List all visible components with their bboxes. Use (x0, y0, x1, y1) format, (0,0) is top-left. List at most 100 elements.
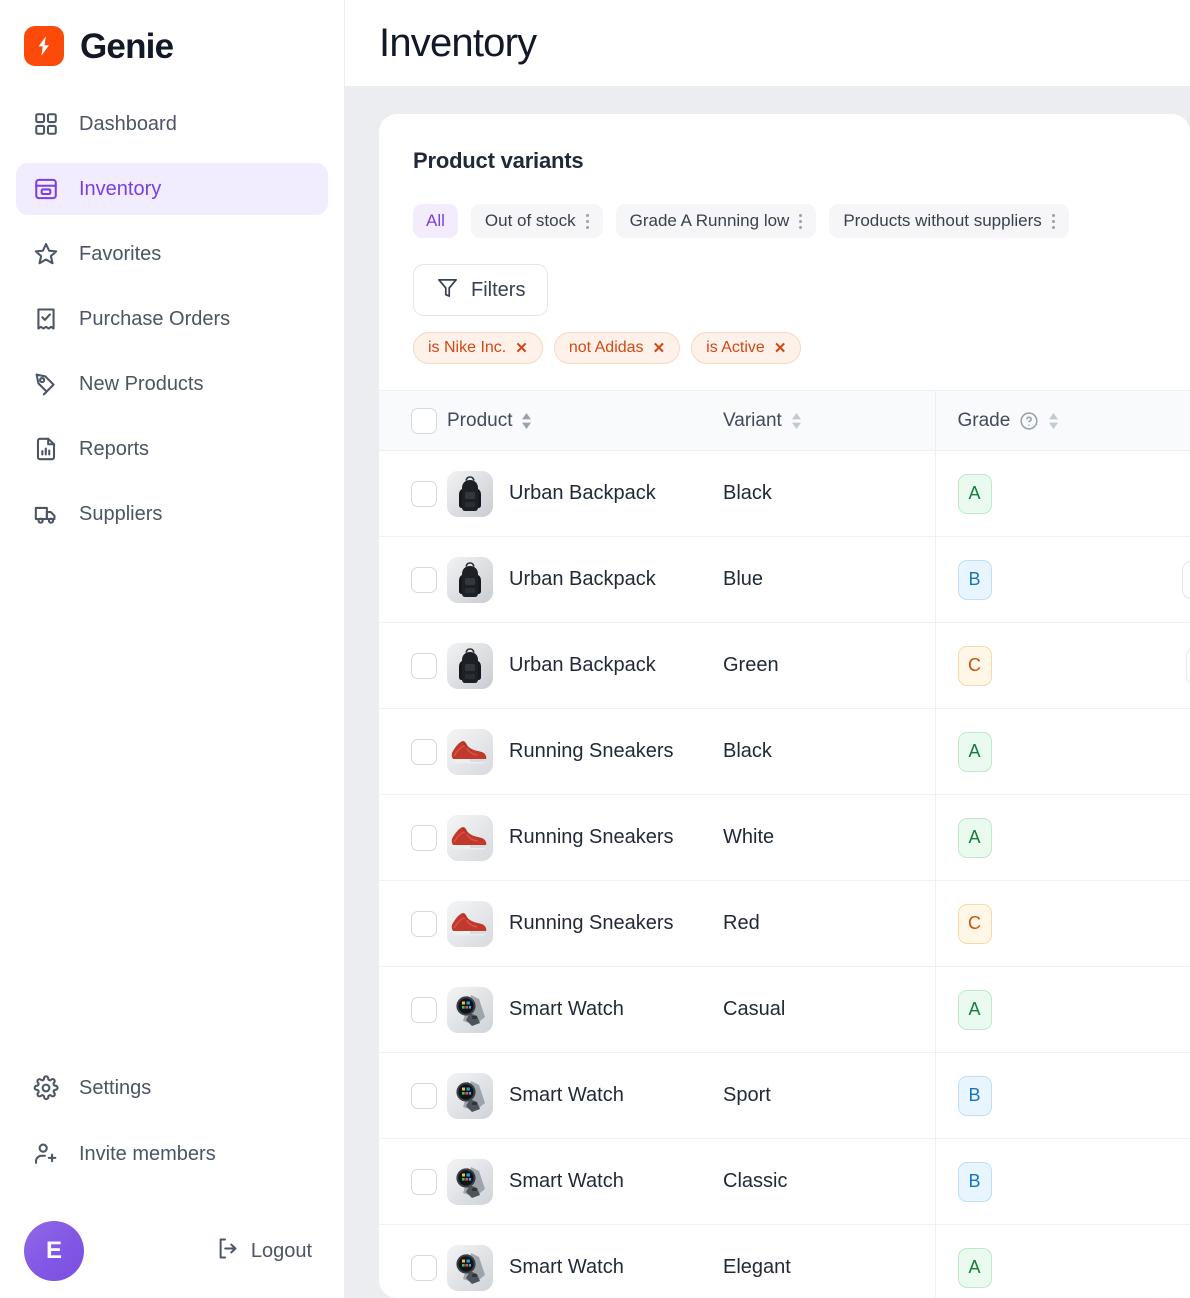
logout-label: Logout (250, 1239, 312, 1262)
truck-icon (32, 500, 60, 528)
close-icon[interactable]: ✕ (515, 341, 528, 356)
product-name: Urban Backpack (509, 568, 656, 590)
close-icon[interactable]: ✕ (774, 341, 787, 356)
sidebar-item-label: Suppliers (79, 503, 163, 525)
product-thumbnail-watch-icon (447, 986, 493, 1033)
column-status: Status (1101, 390, 1190, 451)
sidebar-item-suppliers[interactable]: Suppliers (16, 488, 328, 540)
status-cell: Out of stock (1101, 622, 1190, 709)
help-circle-icon[interactable] (1019, 411, 1039, 431)
variants-table: Product Variant Grade Urban Backpack Bla… (379, 390, 1190, 1298)
sidebar-item-inventory[interactable]: Inventory (16, 163, 328, 215)
table-row[interactable]: Running Sneakers Black A Stock (379, 708, 1190, 795)
column-grade[interactable]: Grade (934, 390, 1101, 451)
product-thumbnail-backpack-icon (447, 470, 493, 517)
sidebar-nav: Dashboard Inventory Favorites Purchase O… (0, 98, 344, 553)
star-icon (32, 240, 60, 268)
archive-box-icon (32, 175, 60, 203)
table-row[interactable]: Urban Backpack Green C Out of stock (379, 622, 1190, 709)
row-checkbox[interactable] (411, 1254, 437, 1281)
row-checkbox[interactable] (411, 652, 437, 679)
status-cell: Stock (1101, 966, 1190, 1053)
table-row[interactable]: Smart Watch Elegant A Stock (379, 1224, 1190, 1298)
sidebar-item-settings[interactable]: Settings (16, 1062, 328, 1114)
avatar[interactable]: E (24, 1221, 84, 1281)
close-icon[interactable]: ✕ (653, 341, 666, 356)
table-row[interactable]: Smart Watch Casual A Stock (379, 966, 1190, 1053)
sidebar-item-label: Inventory (79, 178, 162, 200)
funnel-icon (436, 276, 459, 305)
sidebar-item-label: Reports (79, 438, 150, 460)
table-row[interactable]: Smart Watch Sport B Stock (379, 1052, 1190, 1139)
table-header-row: Product Variant Grade (379, 390, 1190, 451)
row-select-cell (379, 1138, 447, 1225)
row-checkbox[interactable] (411, 566, 437, 593)
view-chip-grade-a-running-low[interactable]: Grade A Running low (615, 204, 817, 238)
app-window: Genie Dashboard Inventory Favorites Purc… (0, 0, 1190, 1298)
filter-pill-nike[interactable]: is Nike Inc. ✕ (413, 332, 543, 364)
view-chip-label: Grade A Running low (629, 211, 790, 230)
kebab-menu-icon[interactable] (1051, 213, 1055, 229)
row-checkbox[interactable] (411, 738, 437, 765)
table-row[interactable]: Urban Backpack Black A Stock (379, 450, 1190, 537)
row-checkbox[interactable] (411, 910, 437, 937)
row-select-cell (379, 880, 447, 967)
row-checkbox[interactable] (411, 1082, 437, 1109)
column-variant[interactable]: Variant (723, 390, 935, 451)
select-all-checkbox[interactable] (411, 407, 437, 434)
table-row[interactable]: Urban Backpack Blue B Running low (379, 536, 1190, 623)
column-grade-label: Grade (957, 409, 1011, 431)
row-select-cell (379, 966, 447, 1053)
variant-cell: White (723, 794, 935, 881)
grade-cell: A (934, 966, 1101, 1053)
grade-badge: A (957, 731, 992, 772)
column-product[interactable]: Product (447, 390, 723, 451)
variant-cell: Red (723, 880, 935, 967)
sidebar-item-purchase-orders[interactable]: Purchase Orders (16, 293, 328, 345)
product-variants-card: Product variants All Out of stock Grade … (379, 114, 1190, 1298)
user-plus-icon (32, 1140, 60, 1168)
variant-cell: Sport (723, 1052, 935, 1139)
sidebar-item-favorites[interactable]: Favorites (16, 228, 328, 280)
row-checkbox[interactable] (411, 996, 437, 1023)
row-checkbox[interactable] (411, 1168, 437, 1195)
sidebar-item-invite-members[interactable]: Invite members (16, 1128, 328, 1180)
row-checkbox[interactable] (411, 824, 437, 851)
kebab-menu-icon[interactable] (585, 213, 589, 229)
product-name: Smart Watch (509, 1084, 624, 1106)
grade-cell: B (934, 1138, 1101, 1225)
filter-pill-adidas[interactable]: not Adidas ✕ (553, 332, 681, 364)
view-chip-all[interactable]: All (413, 204, 458, 238)
logout-button[interactable]: Logout (215, 1236, 320, 1267)
sort-icon[interactable] (1048, 412, 1059, 429)
sidebar-item-dashboard[interactable]: Dashboard (16, 98, 328, 150)
view-chip-label: All (426, 211, 445, 230)
view-chip-label: Out of stock (484, 211, 576, 230)
grade-cell: B (934, 1052, 1101, 1139)
page-header: Inventory (345, 0, 1190, 86)
table-row[interactable]: Smart Watch Classic B Stock (379, 1138, 1190, 1225)
status-cell: Stock (1101, 450, 1190, 537)
product-thumbnail-watch-icon (447, 1072, 493, 1119)
sort-icon[interactable] (521, 412, 532, 429)
sort-icon[interactable] (791, 412, 802, 429)
view-chip-out-of-stock[interactable]: Out of stock (470, 204, 603, 238)
product-cell: Running Sneakers (447, 794, 723, 881)
gear-icon (32, 1074, 60, 1102)
kebab-menu-icon[interactable] (799, 213, 803, 229)
sidebar-item-reports[interactable]: Reports (16, 423, 328, 475)
status-cell: Stock (1101, 1138, 1190, 1225)
table-row[interactable]: Running Sneakers White A Stock (379, 794, 1190, 881)
view-chip-products-without-suppliers[interactable]: Products without suppliers (829, 204, 1069, 238)
sidebar-item-new-products[interactable]: New Products (16, 358, 328, 410)
product-thumbnail-sneaker-icon (447, 814, 493, 861)
filter-pill-active[interactable]: is Active ✕ (691, 332, 802, 364)
table-row[interactable]: Running Sneakers Red C Healthy (379, 880, 1190, 967)
sidebar-item-label: New Products (79, 373, 204, 395)
row-checkbox[interactable] (411, 480, 437, 507)
filters-button[interactable]: Filters (413, 264, 549, 316)
content-area: Product variants All Out of stock Grade … (345, 86, 1190, 1298)
filters-row: Filters (413, 264, 1156, 316)
brand-name: Genie (80, 26, 174, 66)
